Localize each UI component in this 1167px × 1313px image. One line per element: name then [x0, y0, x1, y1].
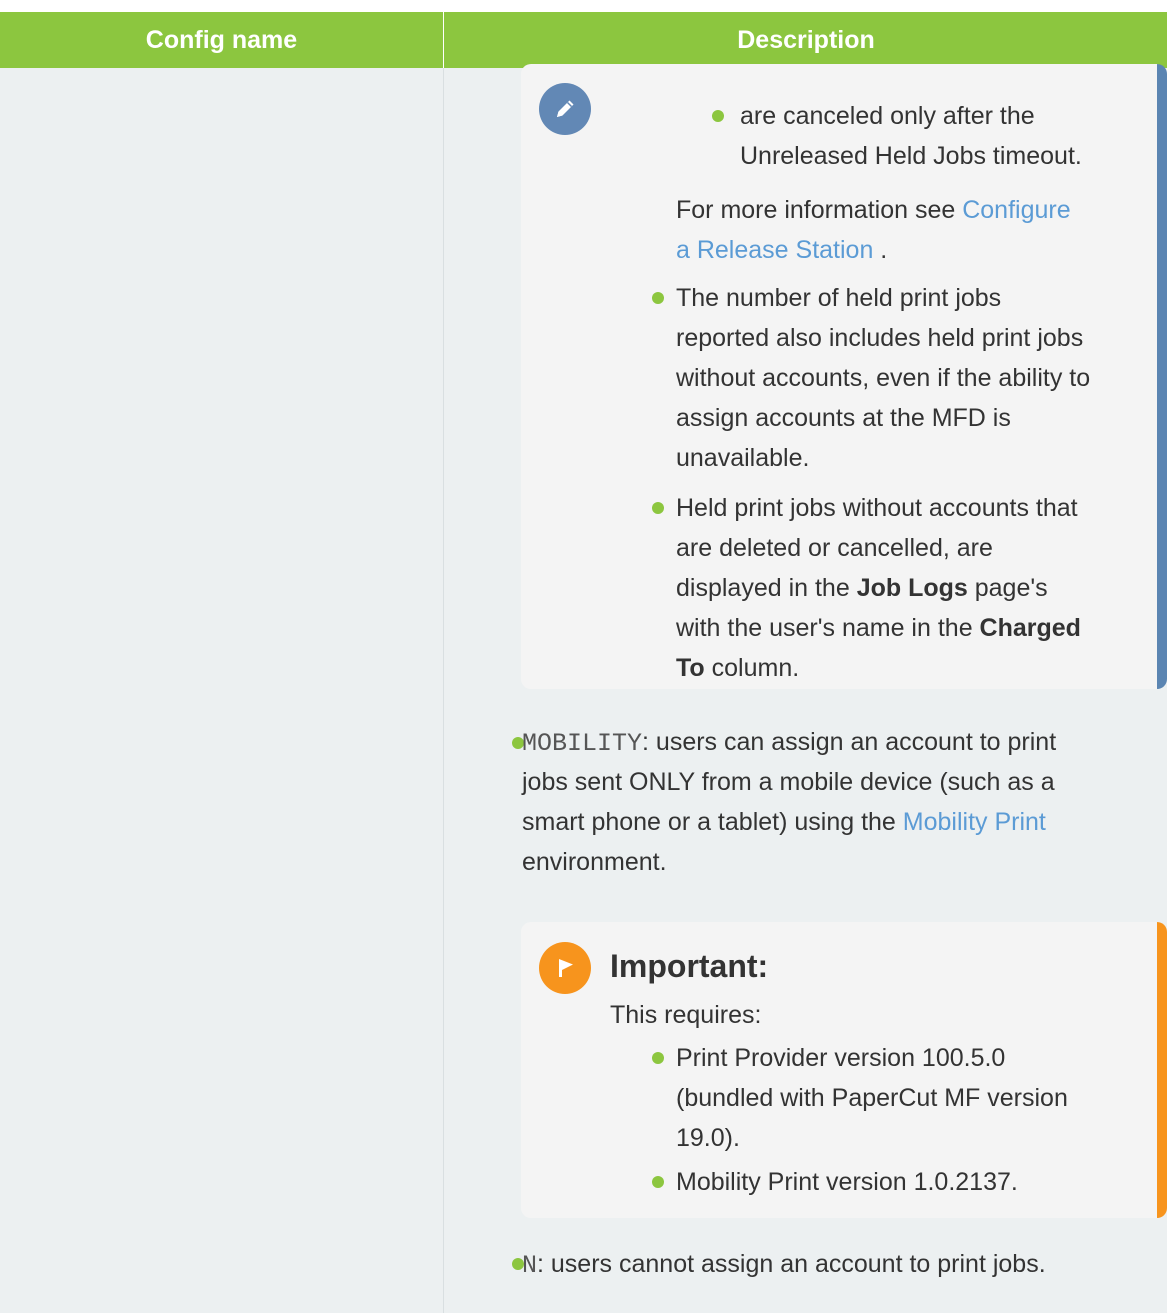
- n-code: N: [522, 1251, 538, 1280]
- bullet-marker: [712, 110, 724, 122]
- important-item1-line1: Print Provider version 100.5.0: [676, 1044, 1006, 1072]
- note-bullet2-line1: Held print jobs without accounts that: [676, 494, 1078, 522]
- note-bullet1-line5: unavailable.: [676, 444, 810, 472]
- mobility-code: MOBILITY: [522, 729, 643, 758]
- note-bullet1-line1: The number of held print jobs: [676, 284, 1002, 312]
- important-item2: Mobility Print version 1.0.2137.: [676, 1168, 1018, 1196]
- bullet-marker: [652, 1052, 664, 1064]
- bullet-marker: [652, 292, 664, 304]
- note-bullet0-line1: are canceled only after the: [740, 102, 1035, 130]
- pencil-icon: [539, 83, 591, 135]
- header-description: Description: [443, 12, 1167, 68]
- n-option-line: N: users cannot assign an account to pri…: [522, 1250, 1046, 1280]
- note-bullet1-line4: assign accounts at the MFD is: [676, 404, 1011, 432]
- note-bullet0-line2: Unreleased Held Jobs timeout.: [740, 142, 1082, 170]
- column-divider: [443, 68, 444, 1313]
- mobility-line3: smart phone or a tablet) using the Mobil…: [522, 808, 1046, 836]
- note-bullet2-line5: To column.: [676, 654, 800, 682]
- important-item1-line2: (bundled with PaperCut MF version: [676, 1084, 1068, 1112]
- mobility-line2: jobs sent ONLY from a mobile device (suc…: [522, 768, 1055, 796]
- more-info-line1: For more information see Configure: [676, 196, 1071, 224]
- important-title: Important:: [610, 948, 769, 984]
- mobility-line4: environment.: [522, 848, 667, 876]
- note-bullet1-line3: without accounts, even if the ability to: [676, 364, 1091, 392]
- note-bullet2-line2: are deleted or cancelled, are: [676, 534, 993, 562]
- note-bullet2-line4: with the user's name in the Charged: [676, 614, 1081, 642]
- note-bullet1-line2: reported also includes held print jobs: [676, 324, 1084, 352]
- bullet-marker: [652, 1176, 664, 1188]
- mobility-print-link[interactable]: Mobility Print: [903, 808, 1046, 836]
- bullet-marker: [652, 502, 664, 514]
- header-config-name: Config name: [145, 25, 298, 54]
- important-item1-line3: 19.0).: [676, 1124, 740, 1152]
- important-intro: This requires:: [610, 1001, 762, 1029]
- more-info-line2: a Release Station .: [676, 236, 888, 264]
- flag-icon: [539, 942, 591, 994]
- mobility-line1: MOBILITY: users can assign an account to…: [522, 728, 1057, 758]
- table-header: Config name Description: [0, 12, 1167, 68]
- configure-release-station-link[interactable]: Configure: [962, 196, 1070, 224]
- configure-release-station-link-cont[interactable]: a Release Station: [676, 236, 873, 264]
- note-bullet2-line3: displayed in the Job Logs page's: [676, 574, 1048, 602]
